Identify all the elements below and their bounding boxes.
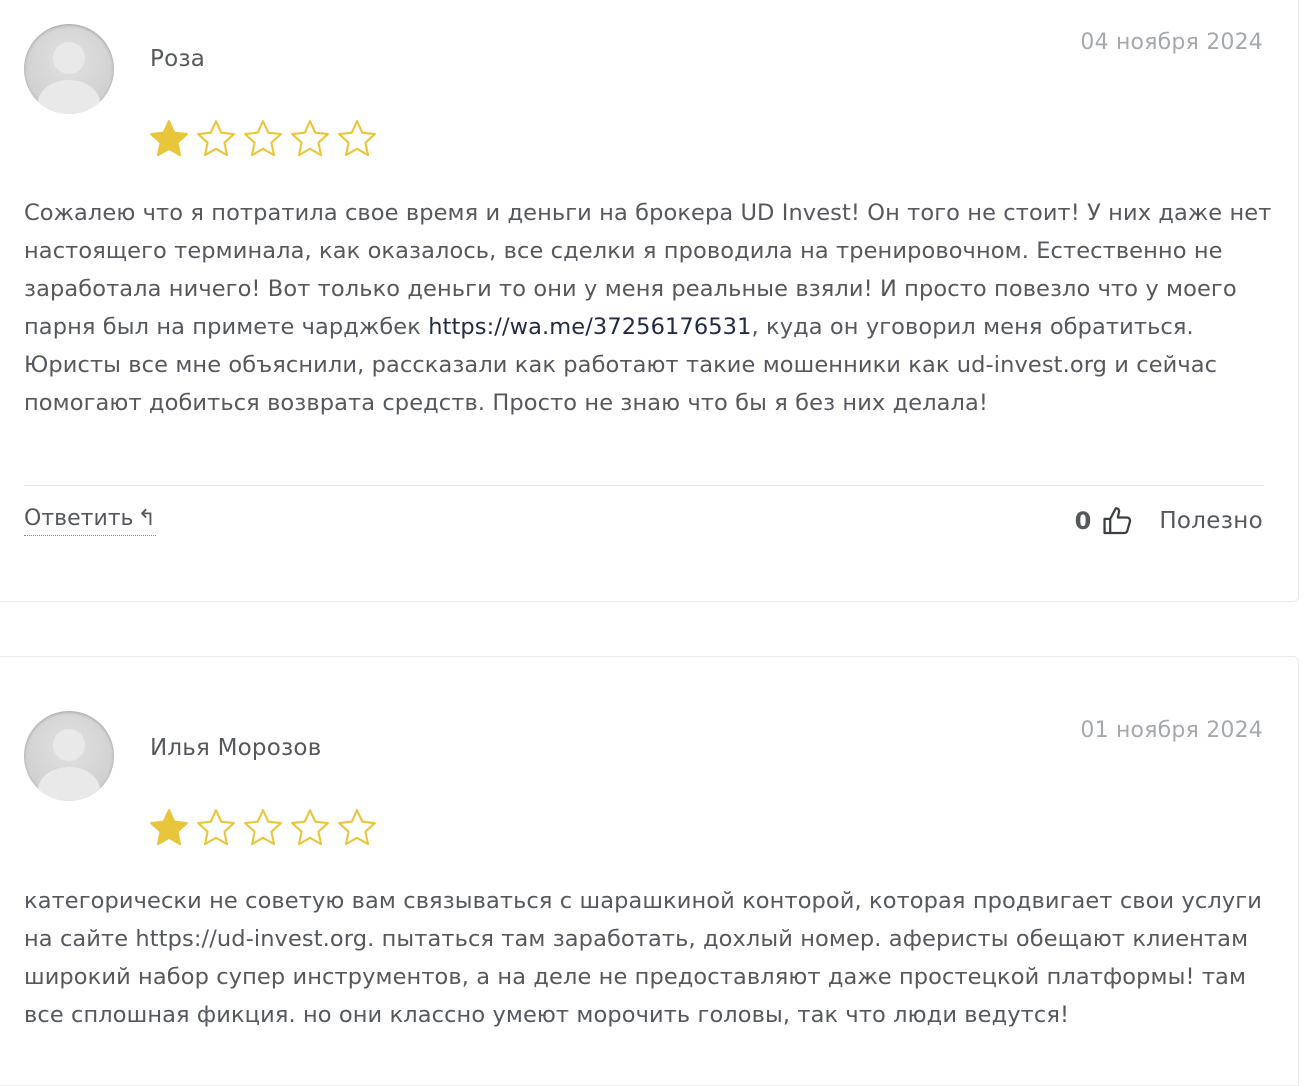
review-author: Роза <box>150 46 206 72</box>
avatar <box>24 711 114 801</box>
star-empty-icon <box>244 809 282 846</box>
review-card: Илья Морозов 01 ноября 2024 категорическ… <box>0 656 1299 1086</box>
reply-label: Ответить <box>24 506 134 531</box>
divider <box>24 485 1264 486</box>
star-empty-icon <box>197 809 235 846</box>
avatar <box>24 24 114 114</box>
star-empty-icon <box>291 809 329 846</box>
avatar-body-shape <box>38 80 100 114</box>
star-empty-icon <box>244 120 282 157</box>
review-card: Роза 04 ноября 2024 Сожалею что я потрат… <box>0 0 1299 602</box>
avatar-head-shape <box>53 42 85 74</box>
like-count: 0 <box>1074 507 1092 535</box>
avatar-head-shape <box>53 729 85 761</box>
review-text: Сожалею что я потратила свое время и ден… <box>24 194 1274 422</box>
review-date: 01 ноября 2024 <box>1080 718 1263 743</box>
star-empty-icon <box>197 120 235 157</box>
reply-arrow-icon: ↰ <box>137 506 156 531</box>
rating-stars <box>148 807 378 849</box>
star-empty-icon <box>291 120 329 157</box>
star-empty-icon <box>338 809 376 846</box>
review-author: Илья Морозов <box>150 735 322 761</box>
star-filled-icon <box>150 809 188 846</box>
rating-stars <box>148 118 378 160</box>
helpful-block: 0 Полезно <box>1075 504 1263 538</box>
reply-button[interactable]: Ответить ↰ <box>24 506 156 536</box>
star-filled-icon <box>150 120 188 157</box>
thumbs-up-icon[interactable] <box>1101 504 1135 538</box>
review-text: категорически не советую вам связываться… <box>24 888 1262 1028</box>
star-empty-icon <box>338 120 376 157</box>
helpful-button[interactable]: Полезно <box>1159 508 1263 534</box>
avatar-body-shape <box>38 767 100 801</box>
review-date: 04 ноября 2024 <box>1080 30 1263 55</box>
review-link[interactable]: https://wa.me/37256176531 <box>428 314 751 340</box>
